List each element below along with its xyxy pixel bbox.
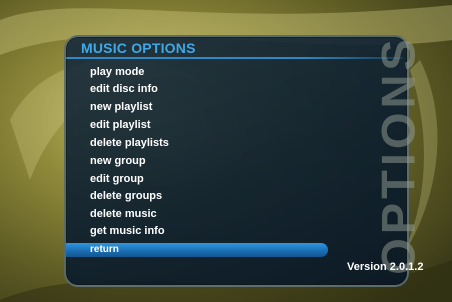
menu-item-play-mode[interactable]: play mode [90, 64, 144, 81]
menu-item-edit-disc-info[interactable]: edit disc info [90, 81, 158, 98]
menu-item-delete-playlists[interactable]: delete playlists [90, 135, 169, 152]
menu-item-get-music-info[interactable]: get music info [90, 223, 165, 240]
menu-title: MUSIC OPTIONS [81, 40, 196, 56]
title-divider [66, 57, 403, 59]
menu-item-new-group[interactable]: new group [90, 153, 146, 170]
menu-item-new-playlist[interactable]: new playlist [90, 99, 152, 116]
menu-item-return[interactable]: return [90, 243, 119, 257]
menu-item-edit-playlist[interactable]: edit playlist [90, 117, 151, 134]
menu-item-edit-group[interactable]: edit group [90, 171, 144, 188]
menu-item-delete-groups[interactable]: delete groups [90, 188, 162, 205]
options-watermark-text: OPTIONS [371, 35, 425, 275]
menu-item-delete-music[interactable]: delete music [90, 206, 157, 223]
version-label: Version 2.0.1.2 [347, 261, 424, 273]
